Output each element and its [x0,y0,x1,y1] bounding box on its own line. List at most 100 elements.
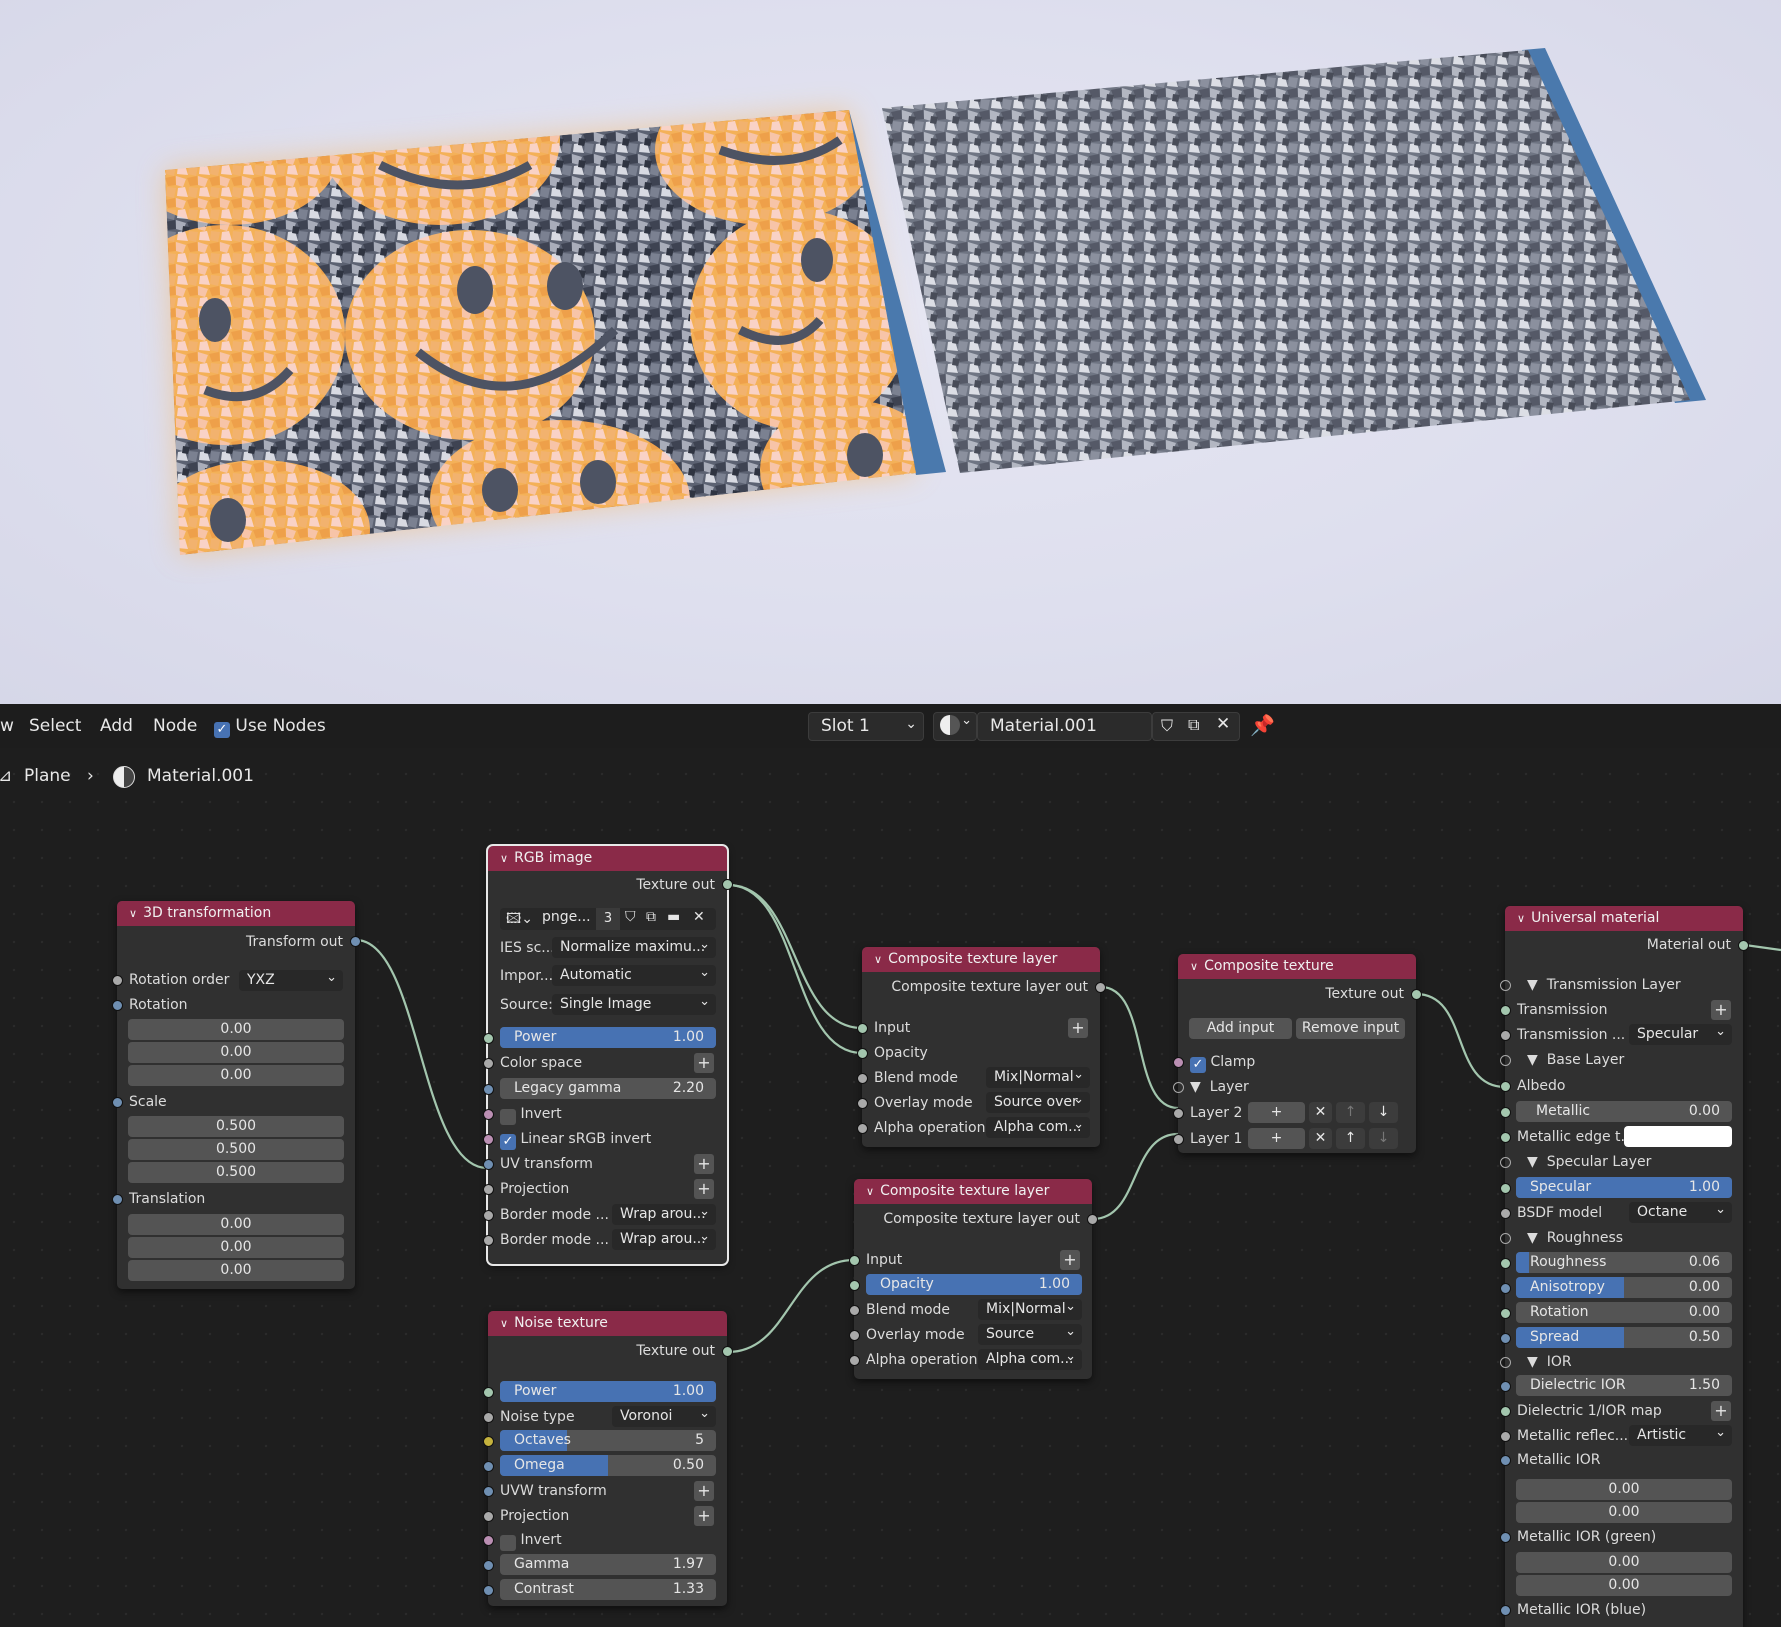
layer2-add-button[interactable]: + [1248,1102,1305,1123]
remove-input-button[interactable]: Remove input [1296,1018,1405,1039]
metallic-socket[interactable] [1500,1107,1511,1118]
overlay-mode-dropdown[interactable]: Source [978,1324,1082,1345]
transform-out-socket[interactable] [350,936,361,947]
metallic-edge-color-swatch[interactable] [1624,1126,1732,1147]
collapse-chevron-icon[interactable]: ∨ [500,846,508,871]
node-rgb-image[interactable]: ∨ RGB image Texture out 🖾⌄ pnge... 3 ⛉ ⧉ … [483,844,733,1266]
metallic-ior-x-field[interactable]: 0.00 [1516,1479,1732,1500]
add-icon[interactable]: + [1711,1000,1731,1020]
clamp-checkbox[interactable]: ✓ [1190,1057,1206,1073]
anisotropy-socket[interactable] [1500,1283,1511,1294]
border-mode-u-dropdown[interactable]: Wrap arou... [612,1204,716,1225]
spread-socket[interactable] [1500,1333,1511,1344]
spread-slider[interactable]: Spread 0.50 [1516,1327,1732,1348]
power-slider[interactable]: Power 1.00 [500,1027,716,1048]
node-noise-texture[interactable]: ∨ Noise texture Texture out Power 1.00 Noi… [483,1311,733,1606]
legacy-gamma-field[interactable]: Legacy gamma 2.20 [500,1078,716,1099]
border-mode-v-dropdown[interactable]: Wrap arou... [612,1229,716,1250]
rotation-slider[interactable]: Rotation 0.00 [1516,1302,1732,1323]
layer1-move-down-icon[interactable]: ↓ [1369,1128,1398,1149]
expand-triangle-icon[interactable]: ▼ [1527,1354,1538,1370]
add-input-button[interactable]: Add input [1189,1018,1292,1039]
layer2-remove-icon[interactable]: ✕ [1309,1102,1332,1123]
blend-mode-dropdown[interactable]: Mix|Normal [986,1067,1090,1088]
overlay-mode-dropdown[interactable]: Source over [986,1092,1090,1113]
node-universal-material[interactable]: ∨ Universal material Material out ▼ Trans… [1500,906,1749,1627]
add-icon[interactable]: + [1060,1250,1080,1270]
layer-out-socket[interactable] [1087,1214,1098,1225]
node-header[interactable]: ∨ Composite texture [1178,954,1416,979]
opacity-slider[interactable]: Opacity 1.00 [866,1274,1082,1295]
layer1-move-up-icon[interactable]: ↑ [1336,1128,1365,1149]
layer1-add-button[interactable]: + [1248,1128,1305,1149]
roughness-slider[interactable]: Roughness 0.06 [1516,1252,1732,1273]
layer1-remove-icon[interactable]: ✕ [1309,1128,1332,1149]
texture-out-socket[interactable] [722,879,733,890]
scale-y-field[interactable]: 0.500 [128,1139,344,1160]
node-header[interactable]: ∨ Noise texture [488,1311,727,1336]
node-composite-texture-layer-2[interactable]: ∨ Composite texture layer Composite textu… [849,1179,1098,1379]
scale-socket[interactable] [112,1097,123,1108]
contrast-socket[interactable] [483,1585,494,1596]
translation-y-field[interactable]: 0.00 [128,1237,344,1258]
translation-socket[interactable] [112,1194,123,1205]
layer-out-socket[interactable] [1095,982,1106,993]
metallic-reflect-dropdown[interactable]: Artistic [1629,1425,1732,1446]
power-slider[interactable]: Power 1.00 [500,1381,716,1402]
collapse-chevron-icon[interactable]: ∨ [1517,906,1525,931]
add-icon[interactable]: + [694,1179,714,1199]
expand-triangle-icon[interactable]: ▼ [1190,1079,1201,1095]
source-dropdown[interactable]: Single Image [552,994,716,1015]
metallic-slider[interactable]: Metallic 0.00 [1516,1101,1732,1122]
add-icon[interactable]: + [694,1481,714,1501]
collapse-chevron-icon[interactable]: ∨ [1190,954,1198,979]
image-users-count[interactable]: 3 [596,908,620,930]
anisotropy-slider[interactable]: Anisotropy 0.00 [1516,1277,1732,1298]
expand-triangle-icon[interactable]: ▼ [1527,1230,1538,1246]
translation-x-field[interactable]: 0.00 [128,1214,344,1235]
texture-out-socket[interactable] [1411,989,1422,1000]
rotation-socket[interactable] [112,1000,123,1011]
rotation-y-field[interactable]: 0.00 [128,1042,344,1063]
rotation-socket[interactable] [1500,1308,1511,1319]
collapse-chevron-icon[interactable]: ∨ [874,947,882,972]
bsdf-model-dropdown[interactable]: Octane [1629,1202,1732,1223]
add-icon[interactable]: + [694,1506,714,1526]
collapse-chevron-icon[interactable]: ∨ [500,1311,508,1336]
layer2-move-up-icon[interactable]: ↑ [1336,1102,1365,1123]
node-header[interactable]: ∨ RGB image [488,846,727,871]
blend-mode-dropdown[interactable]: Mix|Normal [978,1299,1082,1320]
duplicate-icon[interactable]: ⧉ [646,909,656,925]
opacity-socket[interactable] [849,1280,860,1291]
close-icon[interactable]: ✕ [693,909,705,925]
collapse-chevron-icon[interactable]: ∨ [866,1179,874,1204]
add-icon[interactable]: + [694,1154,714,1174]
metallic-ior-y-field[interactable]: 0.00 [1516,1502,1732,1523]
image-selector[interactable]: 🖾⌄ pnge... 3 ⛉ ⧉ ▬ ✕ [500,908,716,930]
import-dropdown[interactable]: Automatic [552,965,716,986]
layer2-move-down-icon[interactable]: ↓ [1369,1102,1398,1123]
metallic-ior-green-x-field[interactable]: 0.00 [1516,1552,1732,1573]
noise-type-dropdown[interactable]: Voronoi [612,1406,716,1427]
expand-triangle-icon[interactable]: ▼ [1527,977,1538,993]
linear-srgb-invert-checkbox[interactable]: ✓ [500,1134,516,1150]
omega-slider[interactable]: Omega 0.50 [500,1455,716,1476]
node-header[interactable]: ∨ 3D transformation [117,901,355,926]
node-header[interactable]: ∨ Universal material [1505,906,1743,931]
specular-slider[interactable]: Specular 1.00 [1516,1177,1732,1198]
collapse-chevron-icon[interactable]: ∨ [129,901,137,926]
rotation-order-socket[interactable] [112,975,123,986]
scale-x-field[interactable]: 0.500 [128,1116,344,1137]
transmission-type-dropdown[interactable]: Specular [1629,1024,1732,1045]
translation-z-field[interactable]: 0.00 [128,1260,344,1281]
specular-socket[interactable] [1500,1183,1511,1194]
alpha-operation-dropdown[interactable]: Alpha com... [986,1117,1090,1138]
node-3d-transformation[interactable]: ∨ 3D transformation Transform out Rotatio… [112,901,361,1289]
rotation-z-field[interactable]: 0.00 [128,1065,344,1086]
color-space-socket[interactable] [483,1058,494,1069]
gamma-field[interactable]: Gamma 1.97 [500,1554,716,1575]
octaves-slider[interactable]: Octaves 5 [500,1430,716,1451]
node-header[interactable]: ∨ Composite texture layer [854,1179,1092,1204]
scale-z-field[interactable]: 0.500 [128,1162,344,1183]
contrast-field[interactable]: Contrast 1.33 [500,1579,716,1600]
